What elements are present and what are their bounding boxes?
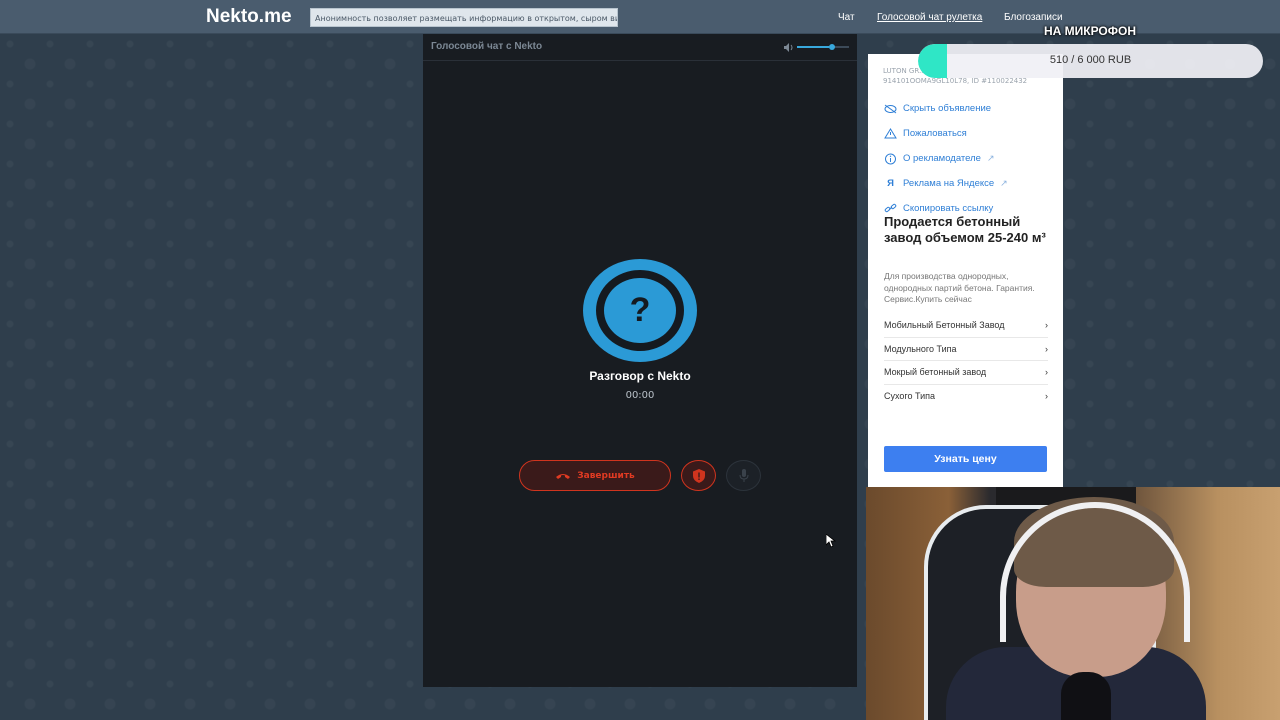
ad-sitelink[interactable]: Мокрый бетонный завод ›: [884, 361, 1048, 385]
voice-chat-header: Голосовой чат с Nekto: [423, 34, 857, 61]
mouse-cursor-icon: [826, 534, 836, 548]
link-icon: [884, 203, 897, 213]
ad-menu-about-label: О рекламодателе: [903, 153, 981, 164]
external-link-icon: ↗: [1000, 178, 1008, 188]
site-logo[interactable]: Nekto.me: [206, 6, 292, 28]
chevron-right-icon: ›: [1045, 391, 1048, 402]
voice-chat-panel: Голосовой чат с Nekto ? Разговор с Nekto…: [423, 34, 857, 687]
ad-sitelink-label: Мобильный Бетонный Завод: [884, 320, 1005, 331]
microphone-icon: [739, 468, 748, 482]
ad-menu-hide-label: Скрыть объявление: [903, 103, 992, 114]
question-mark-icon: ?: [629, 291, 651, 329]
chevron-right-icon: ›: [1045, 367, 1048, 378]
ad-sitelink[interactable]: Модульного Типа ›: [884, 338, 1048, 361]
ad-headline[interactable]: Продается бетонный завод объемом 25-240 …: [884, 214, 1054, 246]
warning-icon: [884, 128, 897, 139]
nav-voice-chat-roulette[interactable]: Голосовой чат рулетка: [877, 12, 982, 23]
volume-slider[interactable]: [797, 46, 849, 48]
ad-sitelink-label: Сухого Типа: [884, 391, 936, 402]
call-timer: 00:00: [625, 390, 655, 401]
voice-chat-title: Голосовой чат с Nekto: [431, 41, 543, 52]
call-title: Разговор с Nekto: [589, 369, 691, 383]
ad-sitelink[interactable]: Мобильный Бетонный Завод ›: [884, 314, 1048, 338]
donation-progress-bar: 510 / 6 000 RUB: [918, 44, 1263, 78]
volume-slider-fill: [797, 46, 830, 48]
ad-sitelink-label: Мокрый бетонный завод: [884, 367, 987, 378]
ad-menu-about-advertiser[interactable]: О рекламодателе ↗: [884, 146, 1008, 171]
microphone-button[interactable]: [726, 460, 761, 491]
volume-icon[interactable]: [783, 42, 795, 53]
ad-options-menu: Скрыть объявление Пожаловаться О рекламо…: [884, 96, 1008, 221]
ad-menu-copy-label: Скопировать ссылку: [903, 203, 994, 214]
ad-sitelink[interactable]: Сухого Типа ›: [884, 385, 1048, 409]
ad-menu-report-label: Пожаловаться: [903, 128, 967, 139]
streamer-webcam: [866, 487, 1280, 720]
nav-chat[interactable]: Чат: [838, 12, 855, 23]
external-link-icon: ↗: [986, 153, 995, 163]
chevron-right-icon: ›: [1045, 343, 1048, 354]
chevron-right-icon: ›: [1045, 320, 1048, 331]
ad-description: Для производства однородных, однородных …: [884, 271, 1035, 304]
report-shield-button[interactable]: [681, 460, 716, 491]
ad-menu-yandex-ads[interactable]: Я Реклама на Яндексе ↗: [884, 171, 1008, 196]
ad-cta-button[interactable]: Узнать цену: [884, 446, 1047, 472]
end-call-button[interactable]: Завершить: [519, 460, 671, 491]
ad-menu-report[interactable]: Пожаловаться: [884, 121, 1008, 146]
volume-slider-handle[interactable]: [829, 44, 835, 50]
ad-sitelinks: Мобильный Бетонный Завод › Модульного Ти…: [884, 314, 1048, 408]
yandex-ad-panel: LUTON GR... 914101OOMA9GL10L78, ID #1100…: [868, 54, 1063, 487]
ad-menu-yandex-label: Реклама на Яндексе: [903, 178, 995, 189]
info-icon: [885, 153, 896, 164]
anonymity-notice: Анонимность позволяет размещать информац…: [310, 8, 618, 27]
end-call-label: Завершить: [577, 470, 635, 481]
donation-progress-text: 510 / 6 000 RUB: [1049, 54, 1132, 66]
eye-off-icon: [884, 104, 897, 113]
nav-blog[interactable]: Блогозаписи: [1004, 12, 1063, 23]
avatar-ring: ?: [596, 270, 684, 351]
streaming-microphone: [1061, 672, 1111, 720]
hang-up-icon: [556, 473, 571, 479]
donation-goal-title: НА МИКРОФОН: [1043, 24, 1137, 38]
shield-icon: [692, 468, 705, 483]
yandex-icon: Я: [887, 178, 894, 189]
ad-menu-hide[interactable]: Скрыть объявление: [884, 96, 1008, 121]
ad-sitelink-label: Модульного Типа: [884, 343, 957, 354]
companion-avatar: ?: [583, 259, 697, 362]
